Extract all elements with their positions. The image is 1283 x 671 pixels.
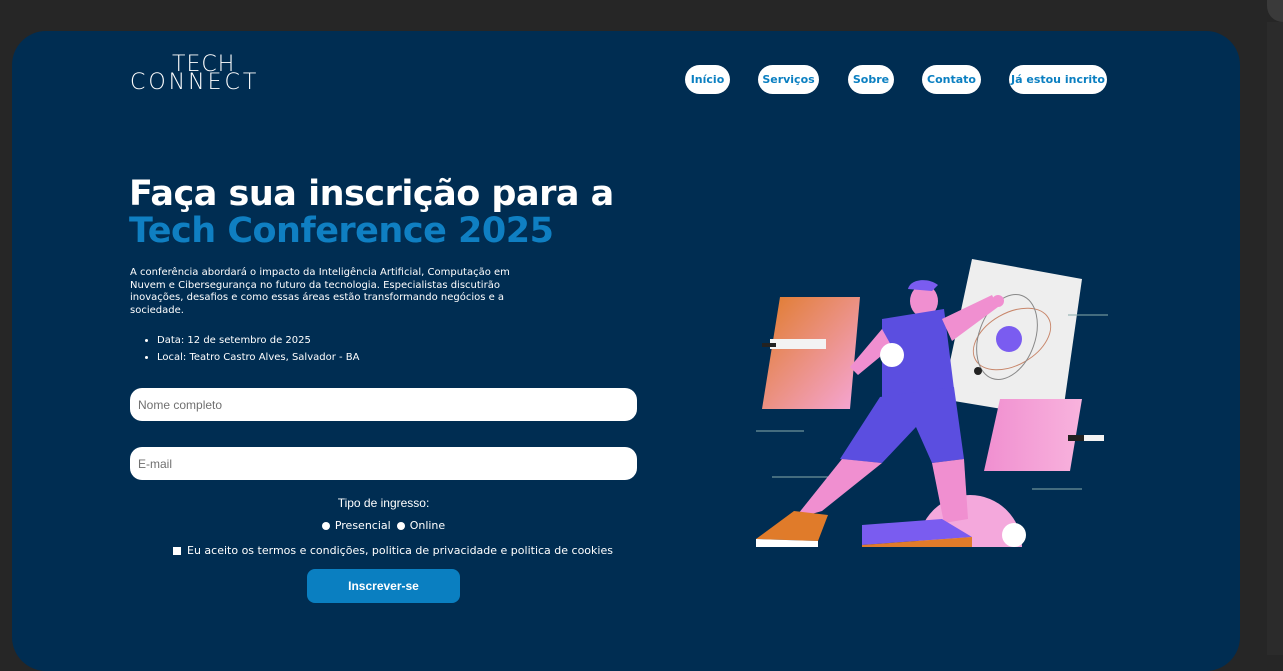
radio-presencial[interactable]: Presencial <box>321 519 391 532</box>
name-field[interactable] <box>130 388 637 421</box>
ticket-type-options: Presencial Online <box>130 519 637 532</box>
conference-description: A conferência abordará o impacto da Inte… <box>130 267 510 316</box>
nav-sobre-button[interactable]: Sobre <box>848 65 894 94</box>
terms-checkbox-row[interactable]: Eu aceito os termos e condições, politic… <box>173 544 613 557</box>
event-location: Local: Teatro Castro Alves, Salvador - B… <box>157 349 360 366</box>
email-field[interactable] <box>130 447 637 480</box>
title-line-1: Faça sua inscrição para a <box>129 174 614 214</box>
logo-line-2: CONNECT <box>130 70 260 95</box>
window-corner <box>1267 0 1283 22</box>
radio-online-label: Online <box>409 519 446 532</box>
ticket-type-label: Tipo de ingresso: <box>337 496 430 510</box>
radio-online[interactable]: Online <box>396 519 446 532</box>
radio-presencial-dot[interactable] <box>321 521 330 530</box>
terms-label: Eu aceito os termos e condições, politic… <box>187 544 613 557</box>
radio-presencial-label: Presencial <box>334 519 391 532</box>
conference-illustration-icon <box>756 259 1108 547</box>
scrollbar[interactable] <box>1267 22 1283 655</box>
event-details-list: Data: 12 de setembro de 2025 Local: Teat… <box>130 332 360 366</box>
terms-checkbox[interactable] <box>173 546 181 555</box>
page-title: Faça sua inscrição para a Tech Conferenc… <box>129 176 614 250</box>
radio-online-dot[interactable] <box>396 521 405 530</box>
nav-inicio-button[interactable]: Início <box>685 65 730 94</box>
title-line-2: Tech Conference 2025 <box>129 211 554 251</box>
main-card: TECH CONNECT Início Serviços Sobre Conta… <box>12 31 1240 671</box>
nav-servicos-button[interactable]: Serviços <box>758 65 819 94</box>
event-date: Data: 12 de setembro de 2025 <box>157 332 360 349</box>
nav-ja-inscrito-button[interactable]: Já estou incrito <box>1009 65 1107 94</box>
nav-contato-button[interactable]: Contato <box>922 65 981 94</box>
submit-button[interactable]: Inscrever-se <box>307 569 460 603</box>
logo[interactable]: TECH CONNECT <box>130 54 260 95</box>
